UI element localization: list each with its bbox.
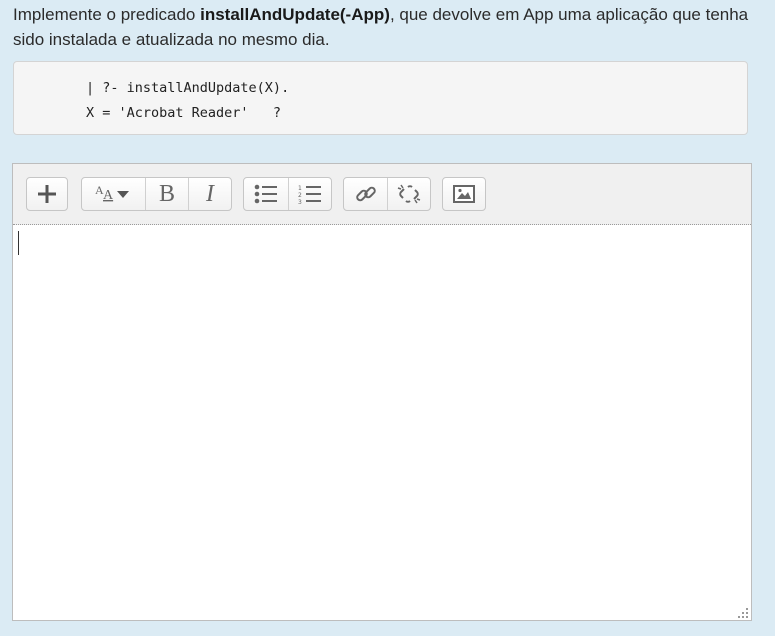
toolbar-group-more	[26, 177, 68, 211]
question-prefix: Implemente o predicado	[13, 5, 201, 24]
numbered-list-icon: 1 2 3	[298, 185, 321, 205]
unlink-button[interactable]	[387, 178, 430, 210]
font-size-icon: A A	[95, 183, 129, 203]
toolbar-group-links	[343, 177, 431, 211]
bullet-list-button[interactable]	[244, 178, 288, 210]
toolbar-group-media	[442, 177, 486, 211]
editor-content-area[interactable]	[13, 225, 751, 621]
numbered-list-button[interactable]: 1 2 3	[288, 178, 331, 210]
show-more-button[interactable]	[27, 178, 67, 210]
bullet-list-icon	[254, 184, 277, 204]
code-example: | ?- installAndUpdate(X). X = 'Acrobat R…	[86, 76, 289, 126]
toolbar-group-lists: 1 2 3	[243, 177, 332, 211]
code-line-2: X = 'Acrobat Reader' ?	[86, 105, 282, 121]
resize-handle-icon[interactable]	[738, 608, 748, 618]
font-size-button[interactable]: A A	[82, 178, 145, 210]
italic-button[interactable]: I	[188, 178, 231, 210]
unlink-icon	[397, 184, 421, 204]
toolbar-group-text: A A B I	[81, 177, 232, 211]
svg-text:3: 3	[298, 199, 302, 205]
svg-text:1: 1	[298, 185, 302, 192]
insert-image-button[interactable]	[443, 178, 485, 210]
question-text: Implemente o predicado installAndUpdate(…	[13, 2, 768, 52]
code-example-box: | ?- installAndUpdate(X). X = 'Acrobat R…	[13, 61, 748, 135]
link-button[interactable]	[344, 178, 387, 210]
plus-icon	[38, 185, 56, 203]
image-icon	[453, 185, 475, 203]
svg-text:A: A	[103, 188, 114, 203]
bold-icon: B	[158, 180, 175, 207]
link-icon	[355, 186, 376, 202]
predicate-name: installAndUpdate(-App)	[200, 5, 390, 24]
text-caret	[18, 231, 19, 255]
editor-toolbar: A A B I 1 2 3	[13, 164, 751, 225]
rich-text-editor: A A B I 1 2 3	[12, 163, 752, 621]
italic-icon: I	[206, 180, 214, 207]
svg-text:2: 2	[298, 192, 302, 199]
bold-button[interactable]: B	[145, 178, 188, 210]
code-line-1: | ?- installAndUpdate(X).	[86, 80, 290, 96]
